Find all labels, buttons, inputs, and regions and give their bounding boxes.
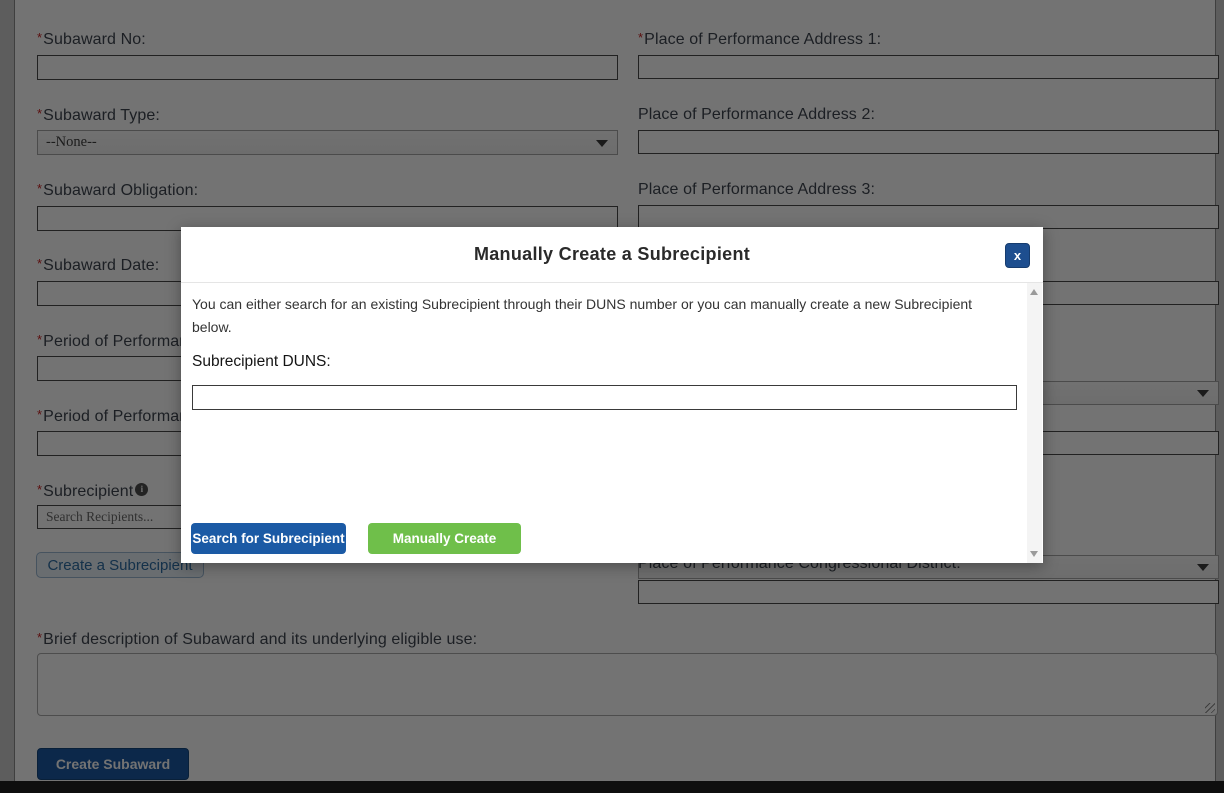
dialog-title: Manually Create a Subrecipient bbox=[181, 227, 1043, 282]
scroll-up-icon[interactable] bbox=[1030, 289, 1038, 295]
manually-create-button[interactable]: Manually Create bbox=[368, 523, 521, 554]
search-for-subrecipient-button[interactable]: Search for Subrecipient bbox=[191, 523, 346, 554]
dialog-body-text: You can either search for an existing Su… bbox=[192, 293, 1010, 339]
manually-create-subrecipient-dialog: Manually Create a Subrecipient x You can… bbox=[181, 227, 1043, 563]
subrecipient-duns-input[interactable] bbox=[192, 385, 1017, 410]
scroll-down-icon[interactable] bbox=[1030, 551, 1038, 557]
subrecipient-duns-label: Subrecipient DUNS: bbox=[192, 353, 331, 371]
dialog-scrollbar[interactable] bbox=[1027, 283, 1042, 563]
dialog-divider bbox=[181, 282, 1043, 283]
close-icon[interactable]: x bbox=[1005, 243, 1030, 268]
page: *Subaward No: *Subaward Type: --None-- *… bbox=[0, 0, 1224, 793]
